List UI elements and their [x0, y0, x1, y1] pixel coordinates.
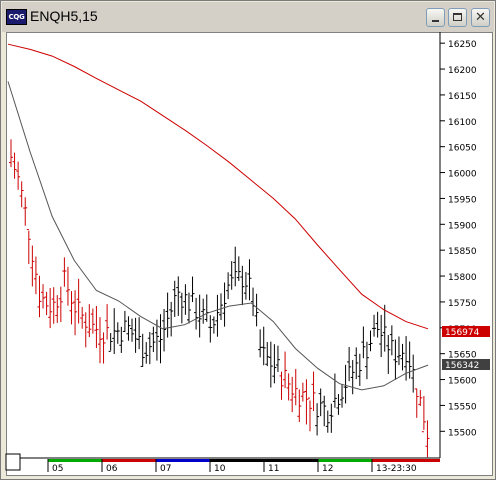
session-segment [102, 459, 156, 462]
y-tick-label: 15800 [448, 273, 477, 283]
x-tick-label: 06 [106, 464, 118, 474]
session-segment [156, 459, 210, 462]
x-tick-label: 13-23:30 [376, 464, 417, 474]
x-tick-label: 05 [52, 464, 63, 474]
y-tick-label: 16150 [448, 92, 477, 102]
x-tick-label: 12 [322, 464, 333, 474]
x-tick-label: 10 [214, 464, 226, 474]
session-segment [372, 459, 440, 462]
y-tick-label: 15950 [448, 195, 477, 205]
x-tick-label: 07 [160, 464, 171, 474]
y-tick-label: 16100 [448, 118, 477, 128]
session-segment [210, 459, 264, 462]
y-tick-label: 16250 [448, 40, 477, 50]
last-price-gray-label: 156342 [445, 361, 479, 371]
moving-average-red-line [7, 43, 429, 330]
y-tick-label: 15600 [448, 377, 477, 387]
y-tick-label: 16000 [448, 170, 477, 180]
y-tick-label: 15750 [448, 299, 477, 309]
scroll-box [5, 453, 21, 471]
y-tick-label: 16050 [448, 144, 477, 154]
session-segment [264, 459, 318, 462]
y-tick-label: 15550 [448, 402, 477, 412]
session-segment [318, 459, 372, 462]
y-tick-label: 15850 [448, 247, 477, 257]
last-price-red-label: 156974 [445, 328, 480, 338]
x-tick-label: 11 [268, 464, 279, 474]
y-tick-label: 15900 [448, 221, 477, 231]
moving-average-gray-line [7, 81, 429, 391]
y-tick-label: 16200 [448, 66, 477, 76]
price-chart[interactable]: 16250 16200 16150 16100 16050 16000 15950 15900… [0, 0, 496, 480]
session-segment [48, 459, 102, 462]
y-tick-label: 15500 [448, 428, 477, 438]
